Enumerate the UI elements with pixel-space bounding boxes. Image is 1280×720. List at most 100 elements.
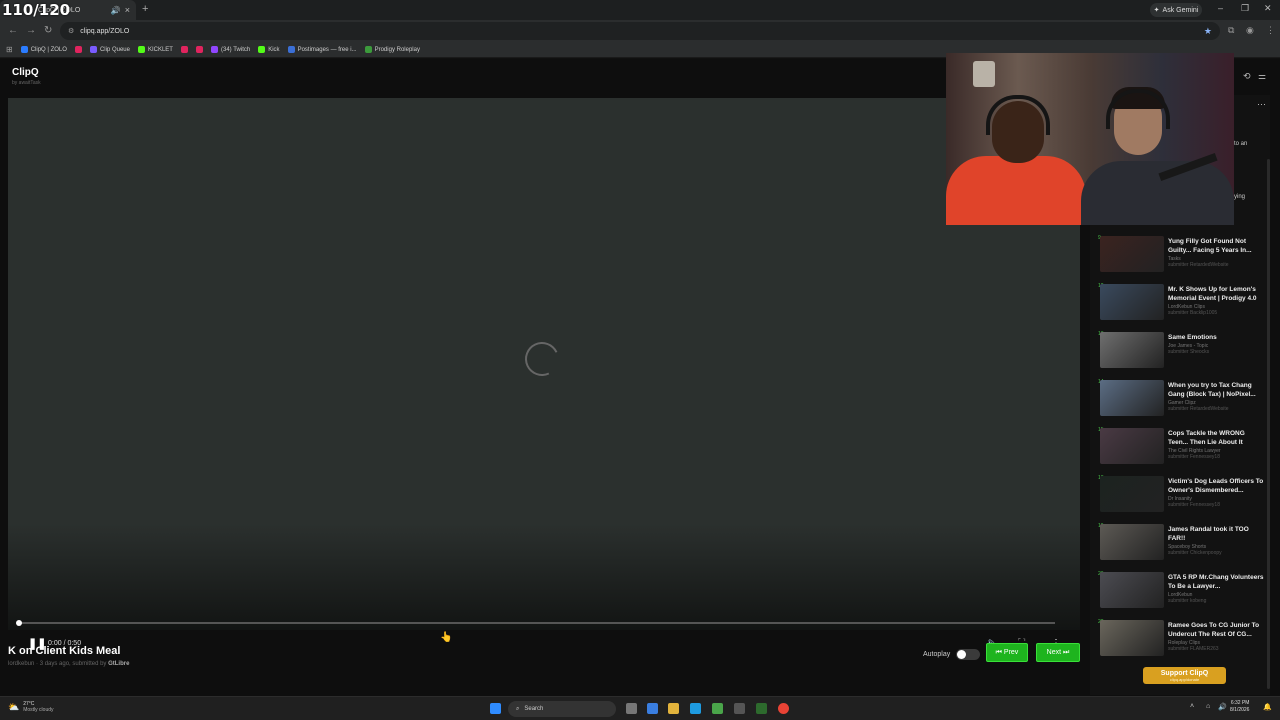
speaker-icon[interactable]: 🔊 (111, 6, 121, 15)
queue-title[interactable]: Yung Filly Got Found Not Guilty... Facin… (1168, 237, 1264, 255)
bookmark-label: ClipQ | ZOLO (30, 46, 67, 53)
volume-tray-icon[interactable]: 🔊 (1218, 703, 1227, 711)
queue-more-icon[interactable]: ⋯ (1257, 99, 1266, 110)
bookmark-item[interactable]: (34) Twitch (210, 46, 250, 53)
queue-item[interactable]: 15Cops Tackle the WRONG Teen... Then Lie… (1098, 427, 1264, 465)
url-text: clipq.app/ZOLO (80, 27, 130, 35)
queue-item[interactable]: 14When you try to Tax Chang Gang (Block … (1098, 379, 1264, 417)
video-player[interactable]: ❚❚ 0:00 / 0:50 🔈 ⛶ ⋮ (8, 98, 1080, 650)
new-tab-button[interactable]: + (142, 3, 148, 15)
edge-icon[interactable] (690, 703, 701, 714)
extensions-icon[interactable]: ⧉ (1228, 25, 1234, 36)
bookmark-label: Clip Queue (99, 46, 130, 53)
queue-thumbnail[interactable] (1100, 428, 1164, 464)
apps-grid-icon[interactable]: ⊞ (6, 45, 13, 54)
seek-bar[interactable] (16, 620, 1055, 626)
store-icon[interactable] (712, 703, 723, 714)
submitter-name[interactable]: GtLibre (108, 661, 129, 667)
queue-item[interactable]: 22Ramee Goes To CG Junior To Undercut Th… (1098, 619, 1264, 657)
ask-gemini-button[interactable]: ✦ Ask Gemini (1150, 3, 1202, 17)
bookmark-item[interactable]: Prodigy Roleplay (364, 46, 420, 53)
bookmark-favicon (137, 46, 145, 53)
bookmark-item[interactable]: ClipQ | ZOLO (20, 46, 67, 53)
queue-submitter: submitter Backlip1005 (1168, 310, 1218, 316)
queue-thumbnail[interactable] (1100, 284, 1164, 320)
history-icon[interactable]: ⟲ (1243, 71, 1251, 82)
capcut-icon[interactable] (734, 703, 745, 714)
bookmark-item[interactable]: Kick (258, 46, 280, 53)
task-view-icon[interactable] (626, 703, 637, 714)
bookmark-favicon (89, 46, 97, 53)
queue-item[interactable]: 13Same EmotionsJoe James - Topicsubmitte… (1098, 331, 1264, 369)
settings-sliders-icon[interactable]: ⚌ (1258, 71, 1266, 82)
queue-title[interactable]: James Randal took it TOO FAR!! (1168, 525, 1264, 543)
tray-chevron-icon[interactable]: ˄ (1190, 703, 1194, 710)
minimize-button[interactable]: – (1218, 3, 1223, 13)
menu-icon[interactable]: ⋮ (1266, 25, 1275, 36)
bookmark-item[interactable] (195, 46, 203, 53)
site-info-icon[interactable]: ⚙ (68, 27, 74, 35)
queue-title[interactable]: Same Emotions (1168, 333, 1264, 342)
queue-item[interactable]: 19James Randal took it TOO FAR!!Spaceboy… (1098, 523, 1264, 561)
queue-partial-text: to an (1234, 141, 1248, 147)
queue-title[interactable]: Cops Tackle the WRONG Teen... Then Lie A… (1168, 429, 1264, 447)
queue-thumbnail[interactable] (1100, 236, 1164, 272)
windows-start-icon[interactable] (490, 703, 501, 714)
seek-knob[interactable] (16, 620, 22, 626)
tab-close-icon[interactable]: × (125, 5, 130, 15)
prev-button[interactable]: ⏮ Prev (986, 643, 1028, 662)
queue-title[interactable]: Mr. K Shows Up for Lemon's Memorial Even… (1168, 285, 1264, 303)
clock[interactable]: 6:32 PM 8/1/2026 (1230, 700, 1249, 714)
queue-title[interactable]: When you try to Tax Chang Gang (Block Ta… (1168, 381, 1264, 399)
windows-taskbar: ⛅ 27°C Mostly cloudy ⌕ Search ˄ ⌂ 🔊 6:32 … (0, 696, 1280, 720)
bookmark-favicon (74, 46, 82, 53)
forward-icon[interactable]: → (26, 25, 36, 36)
bookmark-item[interactable] (74, 46, 82, 53)
clock-date: 8/1/2026 (1230, 707, 1250, 713)
queue-title[interactable]: GTA 5 RP Mr.Chang Volunteers To Be a Law… (1168, 573, 1264, 591)
bookmark-item[interactable] (180, 46, 188, 53)
app-icon[interactable] (647, 703, 658, 714)
app-icon[interactable] (756, 703, 767, 714)
person-left-shirt (946, 156, 1086, 225)
weather-icon: ⛅ (8, 701, 20, 712)
queue-partial-text: ying (1234, 194, 1246, 200)
bookmark-item[interactable]: Postimages — free i... (287, 46, 357, 53)
network-icon[interactable]: ⌂ (1206, 703, 1210, 710)
bookmark-item[interactable]: KICKLET (137, 46, 173, 53)
queue-item[interactable]: 20GTA 5 RP Mr.Chang Volunteers To Be a L… (1098, 571, 1264, 609)
taskbar-search[interactable]: ⌕ Search (508, 701, 616, 717)
weather-widget[interactable]: ⛅ 27°C Mostly cloudy (8, 701, 54, 713)
profile-icon[interactable]: ◉ (1246, 25, 1254, 36)
brand[interactable]: ClipQ by awaitTask (12, 67, 41, 86)
queue-item[interactable]: 18Victim's Dog Leads Officers To Owner's… (1098, 475, 1264, 513)
support-button[interactable]: Support ClipQ clipq.app/donate (1143, 667, 1226, 684)
queue-item[interactable]: 12Mr. K Shows Up for Lemon's Memorial Ev… (1098, 283, 1264, 321)
bookmark-favicon (210, 46, 218, 53)
reload-icon[interactable]: ↻ (44, 25, 52, 36)
maximize-button[interactable]: ❐ (1241, 3, 1249, 14)
queue-title[interactable]: Victim's Dog Leads Officers To Owner's D… (1168, 477, 1264, 495)
queue-thumbnail[interactable] (1100, 380, 1164, 416)
next-button[interactable]: Next ⏭ (1036, 643, 1080, 662)
queue-item[interactable]: 9Yung Filly Got Found Not Guilty... Faci… (1098, 235, 1264, 273)
chrome-icon[interactable] (778, 703, 789, 714)
screen: { "overlay": {"counter": "110/120"}, "br… (0, 0, 1280, 720)
bookmark-item[interactable]: Clip Queue (89, 46, 130, 53)
autoplay-toggle[interactable] (956, 649, 981, 660)
queue-thumbnail[interactable] (1100, 572, 1164, 608)
bookmark-label: Postimages — free i... (297, 46, 357, 53)
bookmark-star-icon[interactable]: ★ (1204, 26, 1212, 37)
file-explorer-icon[interactable] (668, 703, 679, 714)
close-window-button[interactable]: ✕ (1264, 3, 1272, 14)
queue-thumbnail[interactable] (1100, 332, 1164, 368)
queue-thumbnail[interactable] (1100, 524, 1164, 560)
queue-thumbnail[interactable] (1100, 476, 1164, 512)
queue-thumbnail[interactable] (1100, 620, 1164, 656)
sidebar-scrollbar[interactable] (1267, 159, 1270, 689)
back-icon[interactable]: ← (8, 25, 18, 36)
channel-name[interactable]: lordkebun (8, 661, 34, 667)
omnibox[interactable]: ⚙ clipq.app/ZOLO ★ (60, 22, 1220, 40)
notification-icon[interactable]: 🔔 (1263, 703, 1272, 711)
queue-title[interactable]: Ramee Goes To CG Junior To Undercut The … (1168, 621, 1264, 639)
